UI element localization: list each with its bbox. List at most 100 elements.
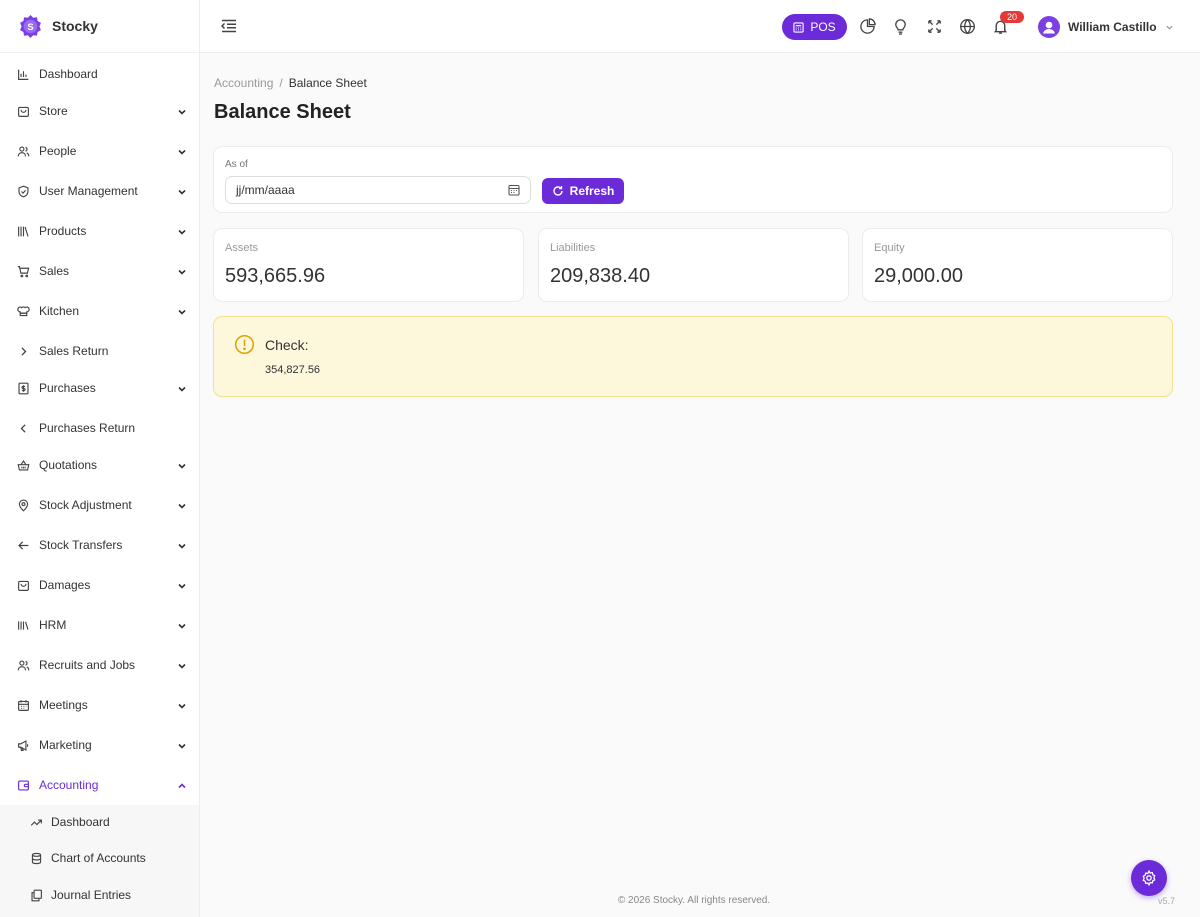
filter-card: As of jj/mm/aaaa Refresh <box>213 146 1173 213</box>
chef-hat-icon <box>17 305 30 318</box>
sidebar-item-damages[interactable]: Damages <box>0 566 199 604</box>
megaphone-icon <box>17 739 30 752</box>
notification-badge: 20 <box>1000 11 1024 23</box>
as-of-label: As of <box>225 159 248 170</box>
sidebar-item-quotations[interactable]: Quotations <box>0 446 199 484</box>
menu-toggle-icon[interactable] <box>220 17 238 35</box>
submenu-item-journal-entries[interactable]: Journal Entries <box>0 877 199 913</box>
sidebar-item-stock-transfers[interactable]: Stock Transfers <box>0 526 199 564</box>
sidebar-item-meetings[interactable]: Meetings <box>0 686 199 724</box>
refresh-button-label: Refresh <box>569 184 615 198</box>
sidebar-item-accounting[interactable]: Accounting <box>0 766 199 804</box>
brand-name: Stocky <box>52 18 98 34</box>
sidebar-item-label: Damages <box>39 578 91 592</box>
chevron-down-icon <box>177 381 187 392</box>
sidebar-item-purchases-return[interactable]: Purchases Return <box>0 409 199 447</box>
sidebar-item-label: User Management <box>39 184 138 198</box>
sidebar-item-label: HRM <box>39 618 67 632</box>
sidebar-item-label: Sales <box>39 264 70 278</box>
wallet-icon <box>17 779 30 792</box>
equity-label: Equity <box>874 242 905 254</box>
sidebar-item-hrm[interactable]: HRM <box>0 606 199 644</box>
pos-terminal-icon <box>793 21 804 33</box>
chevron-down-icon <box>177 104 187 115</box>
calendar-icon[interactable] <box>508 184 520 196</box>
footer-copyright: © 2026 Stocky. All rights reserved. <box>617 895 771 906</box>
warning-circle-icon <box>234 334 255 355</box>
sidebar-item-sales-return[interactable]: Sales Return <box>0 332 199 370</box>
people-icon <box>17 659 30 672</box>
user-menu[interactable]: William Castillo <box>1038 15 1174 39</box>
sidebar-item-recruits-and-jobs[interactable]: Recruits and Jobs <box>0 646 199 684</box>
sidebar-item-label: Sales Return <box>39 344 109 358</box>
calendar-icon <box>17 699 30 712</box>
sidebar-item-stock-adjustment[interactable]: Stock Adjustment <box>0 486 199 524</box>
chevron-down-icon <box>177 144 187 155</box>
sidebar-item-label: Dashboard <box>39 67 98 81</box>
chevron-down-icon <box>177 498 187 509</box>
sidebar-item-label: Quotations <box>39 458 98 472</box>
sidebar-item-dashboard[interactable]: Dashboard <box>0 55 199 93</box>
shield-icon <box>17 185 30 198</box>
store-bag-icon <box>17 579 30 592</box>
pos-button[interactable]: POS <box>782 14 847 40</box>
liabilities-card: Liabilities 209,838.40 <box>538 228 849 302</box>
database-icon <box>30 852 43 865</box>
sidebar-item-people[interactable]: People <box>0 132 199 170</box>
chevron-down-icon <box>177 224 187 235</box>
sidebar-item-purchases[interactable]: Purchases <box>0 369 199 407</box>
breadcrumb-current: Balance Sheet <box>288 76 367 90</box>
chevron-right-icon <box>17 345 30 358</box>
sidebar-item-kitchen[interactable]: Kitchen <box>0 292 199 330</box>
chevron-up-icon <box>177 778 187 789</box>
books-icon <box>17 225 30 238</box>
user-name: William Castillo <box>1068 20 1157 34</box>
brand[interactable]: S Stocky <box>0 0 199 53</box>
sidebar-item-label: Purchases <box>39 381 96 395</box>
chevron-down-icon <box>177 264 187 275</box>
sidebar: S Stocky Dashboard Store People User Man… <box>0 0 200 917</box>
stocky-logo-icon: S <box>20 14 41 38</box>
chevron-down-icon <box>177 538 187 549</box>
breadcrumb-parent[interactable]: Accounting <box>214 76 273 90</box>
sidebar-item-products[interactable]: Products <box>0 212 199 250</box>
chevron-down-icon <box>177 618 187 629</box>
check-value: 354,827.56 <box>265 364 321 376</box>
check-alert: Check: 354,827.56 <box>213 316 1173 397</box>
globe-icon[interactable] <box>959 18 976 35</box>
sidebar-item-sales[interactable]: Sales <box>0 252 199 290</box>
lightbulb-icon[interactable] <box>892 18 909 35</box>
version-label: v5.7 <box>1158 896 1176 906</box>
sidebar-item-label: Purchases Return <box>39 421 136 435</box>
trending-up-icon <box>30 816 43 829</box>
date-input-placeholder: jj/mm/aaaa <box>236 183 295 197</box>
sidebar-item-label: Marketing <box>39 738 92 752</box>
chevron-left-icon <box>17 422 30 435</box>
avatar <box>1038 16 1060 38</box>
settings-fab-button[interactable] <box>1131 860 1167 896</box>
fullscreen-icon[interactable] <box>926 18 943 35</box>
sidebar-item-label: Stock Transfers <box>39 538 123 552</box>
refresh-button[interactable]: Refresh <box>542 178 624 204</box>
submenu-item-label: Dashboard <box>51 815 110 829</box>
sidebar-item-store[interactable]: Store <box>0 92 199 130</box>
liabilities-value: 209,838.40 <box>550 265 651 287</box>
as-of-date-input[interactable]: jj/mm/aaaa <box>225 176 531 204</box>
chevron-down-icon <box>177 458 187 469</box>
refresh-icon <box>552 186 563 196</box>
sidebar-item-label: Recruits and Jobs <box>39 658 136 672</box>
check-title: Check: <box>265 337 309 353</box>
cart-icon <box>17 265 30 278</box>
pie-chart-icon[interactable] <box>859 18 876 35</box>
chevron-down-icon <box>177 698 187 709</box>
sidebar-item-user-management[interactable]: User Management <box>0 172 199 210</box>
people-icon <box>17 145 30 158</box>
gear-icon <box>1142 870 1156 886</box>
chevron-down-icon <box>177 304 187 315</box>
submenu-item-dashboard[interactable]: Dashboard <box>0 804 199 840</box>
copy-icon <box>30 889 43 902</box>
submenu-item-chart-of-accounts[interactable]: Chart of Accounts <box>0 840 199 876</box>
store-bag-icon <box>17 105 30 118</box>
sidebar-item-marketing[interactable]: Marketing <box>0 726 199 764</box>
sidebar-item-label: Meetings <box>39 698 88 712</box>
